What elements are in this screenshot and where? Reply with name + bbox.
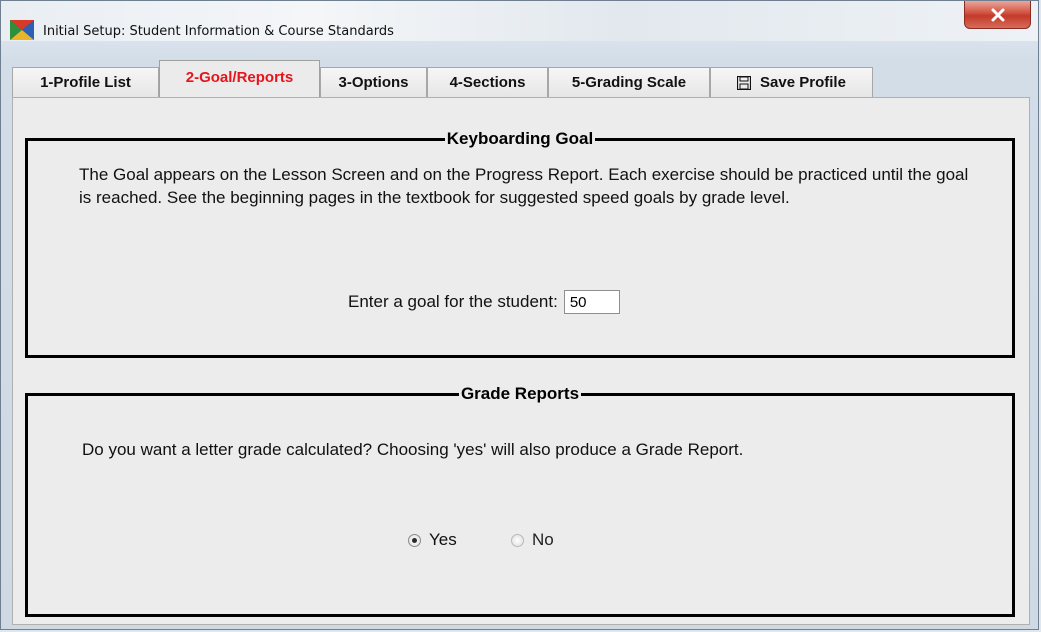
- goal-entry-row: Enter a goal for the student:: [348, 290, 620, 314]
- tab-options[interactable]: 3-Options: [320, 67, 427, 97]
- tab-panel-goal-reports: Keyboarding Goal The Goal appears on the…: [12, 97, 1030, 625]
- tab-label: 3-Options: [338, 74, 409, 91]
- grade-question: Do you want a letter grade calculated? C…: [82, 440, 744, 459]
- setup-window: Initial Setup: Student Information & Cou…: [0, 0, 1039, 630]
- window-title: Initial Setup: Student Information & Cou…: [43, 24, 394, 39]
- tab-label: 1-Profile List: [40, 74, 131, 91]
- tab-profile-list[interactable]: 1-Profile List: [12, 67, 159, 97]
- tab-sections[interactable]: 4-Sections: [427, 67, 548, 97]
- tab-label: Save Profile: [760, 74, 846, 91]
- tab-save-profile[interactable]: Save Profile: [710, 67, 873, 97]
- goal-description: The Goal appears on the Lesson Screen an…: [79, 165, 969, 207]
- tab-grading-scale[interactable]: 5-Grading Scale: [548, 67, 710, 97]
- grade-reports-heading: Grade Reports: [458, 384, 582, 403]
- no-option[interactable]: No: [511, 530, 554, 550]
- yes-option[interactable]: Yes: [408, 530, 457, 550]
- tab-label: 2-Goal/Reports: [185, 69, 294, 86]
- title-bar[interactable]: Initial Setup: Student Information & Cou…: [1, 1, 1038, 41]
- keyboarding-goal-group: Keyboarding Goal The Goal appears on the…: [25, 129, 1015, 358]
- close-icon: [991, 8, 1004, 21]
- tab-label: 5-Grading Scale: [571, 74, 687, 91]
- app-icon: [10, 20, 34, 40]
- no-label: No: [532, 530, 554, 549]
- goal-input[interactable]: [563, 290, 620, 314]
- tab-label: 4-Sections: [449, 74, 526, 91]
- tab-goal-reports[interactable]: 2-Goal/Reports: [159, 60, 320, 98]
- close-button[interactable]: [964, 1, 1031, 29]
- yes-radio[interactable]: [408, 533, 421, 547]
- yes-label: Yes: [429, 530, 457, 549]
- floppy-disk-icon: [737, 75, 752, 90]
- keyboarding-goal-heading: Keyboarding Goal: [444, 129, 596, 148]
- goal-label: Enter a goal for the student:: [348, 292, 558, 311]
- grade-reports-group: Grade Reports Do you want a letter grade…: [25, 384, 1015, 617]
- no-radio[interactable]: [511, 533, 524, 547]
